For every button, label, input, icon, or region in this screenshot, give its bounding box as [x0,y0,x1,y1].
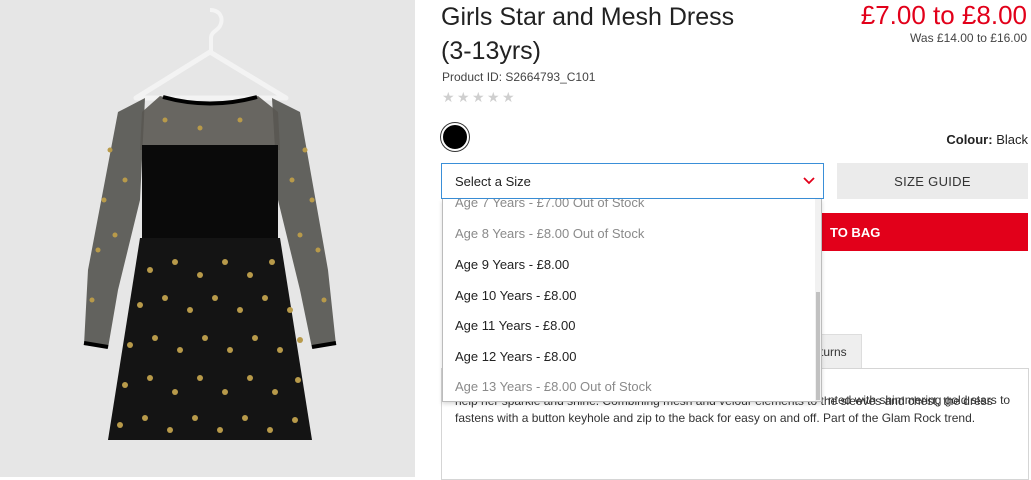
size-option[interactable]: Age 9 Years - £8.00 [455,257,569,272]
dropdown-scrollbar-thumb[interactable] [816,292,820,400]
product-id: Product ID: S2664793_C101 [442,70,596,84]
star-icon: ★ [442,89,455,105]
tab-returns[interactable]: turns [818,334,862,368]
size-guide-button[interactable]: SIZE GUIDE [837,163,1028,199]
size-option[interactable]: Age 10 Years - £8.00 [455,288,576,303]
dropdown-scrollbar[interactable] [815,199,821,401]
star-icon: ★ [472,89,485,105]
size-select[interactable]: Select a Size [441,163,824,199]
dress-image [0,0,415,477]
star-icon: ★ [487,89,500,105]
product-image[interactable] [0,0,415,477]
add-to-bag-button[interactable]: TO BAG [822,213,1028,251]
size-dropdown-list[interactable]: Age 7 Years - £7.00 Out of Stock Age 8 Y… [442,199,822,402]
chevron-down-icon [803,177,815,185]
was-price: Was £14.00 to £16.00 [910,31,1027,45]
size-option[interactable]: Age 8 Years - £8.00 Out of Stock [455,226,644,241]
size-option[interactable]: Age 12 Years - £8.00 [455,349,576,364]
colour-label: Colour: Black [946,132,1028,147]
star-icon: ★ [457,89,470,105]
colour-label-title: Colour: [946,132,993,147]
size-option[interactable]: Age 13 Years - £8.00 Out of Stock [455,379,652,394]
price: £7.00 to £8.00 [860,0,1027,30]
rating-stars[interactable]: ★ ★ ★ ★ ★ [442,89,515,105]
size-option[interactable]: Age 7 Years - £7.00 Out of Stock [455,199,644,210]
product-title: Girls Star and Mesh Dress (3-13yrs) [441,3,735,65]
colour-swatch-black[interactable] [441,123,469,151]
size-option[interactable]: Age 11 Years - £8.00 [455,318,575,333]
tab-returns-label: turns [820,345,847,359]
size-select-value: Select a Size [455,174,531,189]
star-icon: ★ [502,89,515,105]
colour-label-value: Black [996,132,1028,147]
